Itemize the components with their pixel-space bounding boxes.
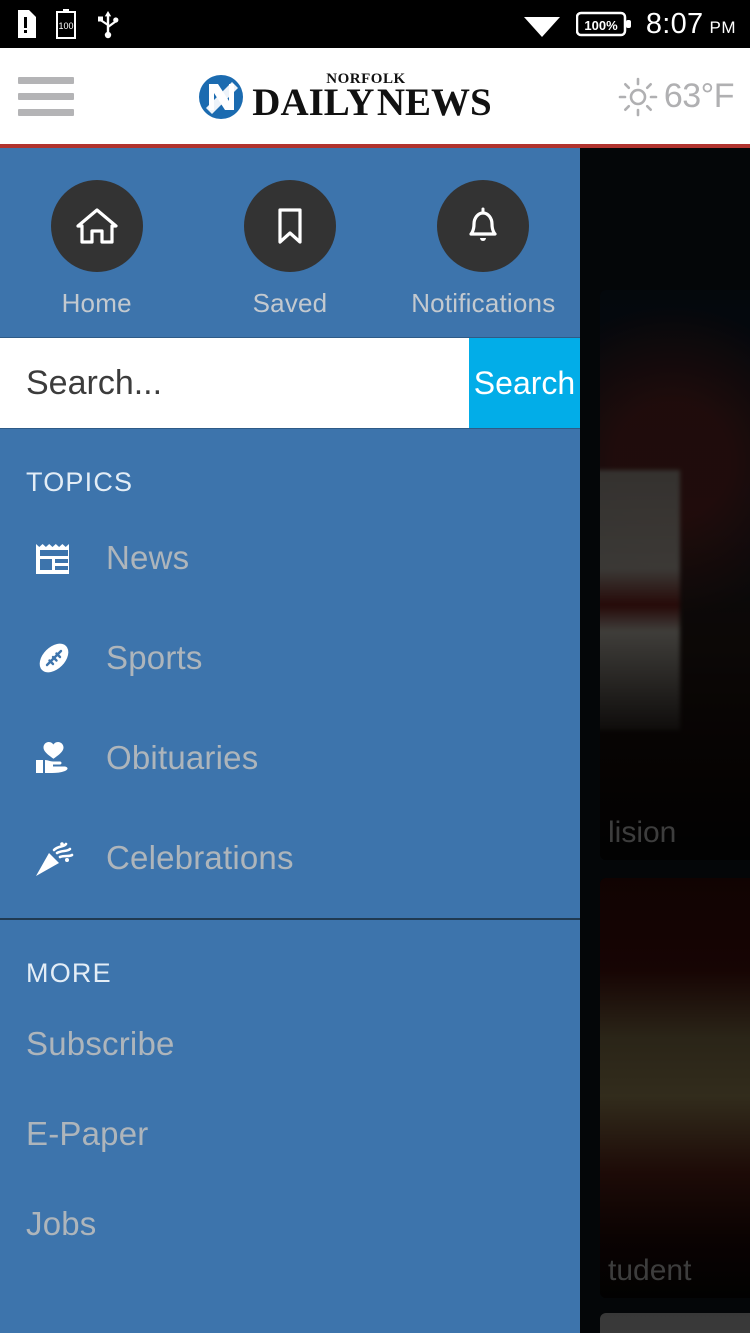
clock-time: 8:07 [645, 7, 704, 40]
logo-main: DAILY NEWS [252, 83, 491, 122]
search-input[interactable] [0, 338, 469, 428]
drawer-item-celebrations-label: Celebrations [106, 839, 294, 876]
football-icon [26, 636, 82, 680]
quicknav-home-label: Home [61, 288, 132, 318]
drawer-item-obituaries-label: Obituaries [106, 739, 259, 776]
battery-percent-label: 100% [584, 18, 618, 33]
quicknav-saved-circle [243, 180, 336, 272]
navigation-drawer: Home Saved Notifications Search... Searc… [0, 148, 580, 1333]
bell-icon [469, 207, 497, 241]
sun-icon [618, 77, 658, 116]
quick-nav-row: Home Saved Notifications [0, 148, 580, 337]
topics-section-heading: TOPICS [26, 467, 134, 497]
newspaper-icon [26, 536, 82, 580]
drawer-item-epaper[interactable]: E-Paper [0, 1089, 580, 1179]
quicknav-saved-label: Saved [252, 288, 328, 318]
drawer-item-sports[interactable]: Sports [0, 608, 580, 708]
app-header: NORFOLK DAILY NEWS 63°F [0, 48, 750, 145]
status-bar-right-icons: 100% 8:07 PM [522, 8, 736, 41]
bookmark-icon [278, 208, 302, 244]
battery-status-icon: 100% [575, 11, 631, 37]
hamburger-bar [18, 109, 74, 116]
drawer-item-subscribe[interactable]: Subscribe [0, 999, 580, 1089]
logo-daily: DAILY [252, 80, 375, 124]
search-button[interactable]: Search [469, 338, 580, 428]
drawer-more-list: Subscribe E-Paper Jobs [0, 999, 580, 1269]
drawer-item-jobs[interactable]: Jobs [0, 1179, 580, 1269]
quicknav-notifications-circle [437, 180, 530, 272]
hamburger-bar [18, 93, 74, 100]
android-status-bar: 100 100% 8:07 PM [0, 0, 750, 48]
party-popper-icon [26, 836, 82, 880]
drawer-item-celebrations[interactable]: Celebrations [0, 808, 580, 908]
site-logo[interactable]: NORFOLK DAILY NEWS [90, 71, 600, 122]
usb-icon [98, 11, 119, 39]
norfolk-n-monogram-icon [199, 74, 244, 119]
drawer-item-news[interactable]: News [0, 508, 580, 608]
quicknav-notifications[interactable]: Notifications [387, 180, 580, 319]
wifi-icon [523, 17, 560, 37]
quicknav-home[interactable]: Home [0, 180, 193, 319]
app-root: 100 100% 8:07 PM NORFOLK DAILY NEWS 63°F… [0, 0, 750, 1333]
status-bar-clock: 8:07 PM [646, 8, 736, 41]
sim-alert-icon [18, 10, 36, 38]
drawer-item-subscribe-label: Subscribe [26, 1025, 175, 1062]
weather-widget[interactable]: 63°F [600, 77, 750, 117]
battery-icon: 100 [56, 9, 76, 39]
quicknav-saved[interactable]: Saved [193, 180, 386, 319]
svg-text:100: 100 [58, 21, 73, 31]
drawer-item-epaper-label: E-Paper [26, 1115, 149, 1152]
status-bar-left-icons: 100 [14, 9, 120, 39]
drawer-item-obituaries[interactable]: Obituaries [0, 708, 580, 808]
drawer-search-row: Search [0, 337, 580, 429]
quicknav-home-circle [50, 180, 143, 272]
home-icon [76, 208, 118, 244]
drawer-item-jobs-label: Jobs [26, 1205, 97, 1242]
weather-temperature: 63°F [663, 77, 735, 115]
header-accent-rule [0, 144, 750, 148]
hand-heart-icon [26, 736, 82, 780]
clock-ampm: PM [709, 17, 736, 37]
logo-wordmark: NORFOLK DAILY NEWS [252, 71, 491, 122]
drawer-item-sports-label: Sports [106, 639, 203, 676]
logo-news: NEWS [376, 80, 492, 124]
quicknav-notifications-label: Notifications [411, 288, 556, 318]
hamburger-menu-icon[interactable] [0, 77, 90, 116]
more-section-heading: MORE [26, 958, 112, 988]
hamburger-bar [18, 77, 74, 84]
drawer-item-news-label: News [106, 539, 190, 576]
